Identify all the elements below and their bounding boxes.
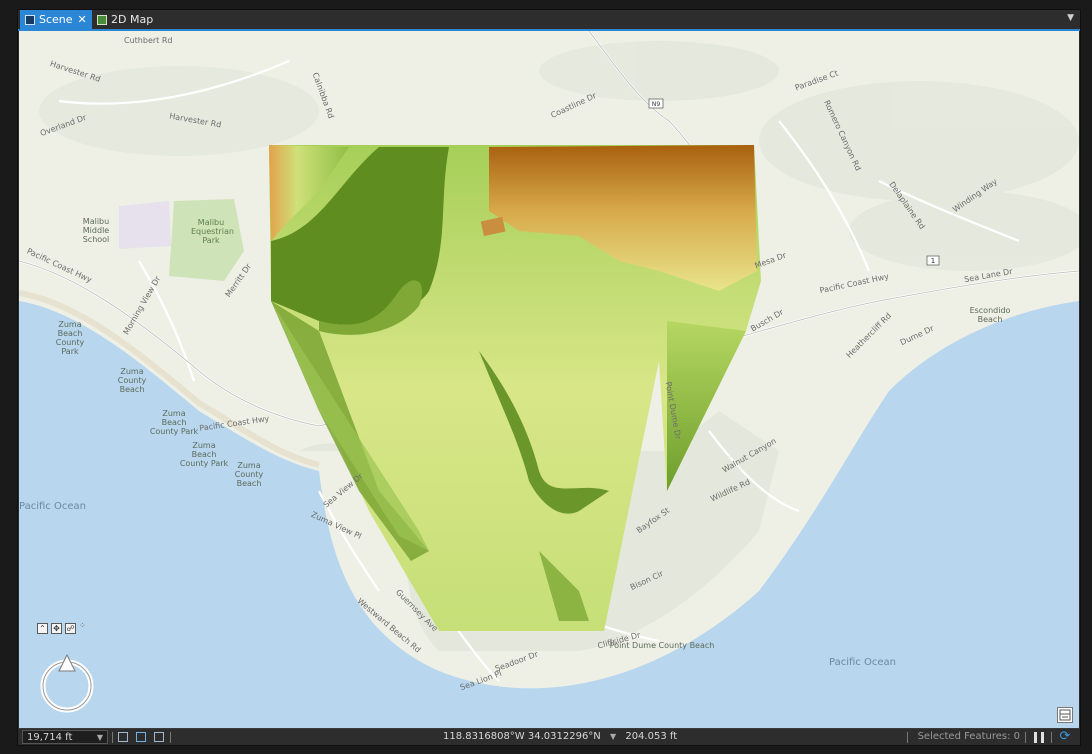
navigator-compass-icon[interactable] [37,651,97,713]
tab-scene[interactable]: Scene ✕ [20,10,92,29]
place-label: Escondido Beach [969,306,1011,324]
up-chevron-icon[interactable]: ⌃ [37,623,48,634]
selected-features[interactable]: Selected Features: 0 [918,731,1020,742]
chevron-down-icon: ▼ [96,732,103,742]
route-shield-n9: N9 [652,101,660,108]
tab-2d-map[interactable]: 2D Map [92,10,172,29]
tab-scene-label: Scene [39,13,73,26]
chevron-down-icon[interactable]: ▼ [1067,13,1074,23]
place-label: Zuma County Beach [234,461,264,488]
pause-drawing-button[interactable] [1034,732,1044,743]
chevron-down-icon[interactable]: ▼ [610,732,616,741]
basemap-svg: 1 N9 [19,31,1079,729]
divider [112,732,113,743]
view-tab-bar: Scene ✕ 2D Map ▼ [18,10,1080,31]
grid-snap-icon[interactable] [118,732,128,742]
expand-icon[interactable]: ⁘ [79,622,86,630]
navigator-tools: ⌃ ✥ ☍ ⁘ [37,622,86,634]
place-label: Point Dume County Beach [609,641,715,650]
road-label: Cuthbert Rd [124,36,173,45]
place-label: Zuma Beach County Park [149,409,199,436]
ocean-label: Pacific Ocean [19,501,86,512]
scene-icon [25,14,35,25]
divider [170,732,171,743]
coordinates-value: 118.8316808°W 34.0312296°N [443,731,601,742]
map-canvas[interactable]: 1 N9 Cuthbert Rd Harvester Rd Harvester … [19,31,1079,729]
place-label: Zuma County Beach [117,367,147,394]
divider [1051,732,1052,743]
walk-icon[interactable]: ☍ [65,623,76,634]
place-label: Zuma Beach County Park [179,441,229,468]
place-label: Zuma Beach County Park [55,320,85,356]
divider [1025,732,1026,743]
elevation-value: 204.053 ft [625,731,678,742]
table-icon[interactable] [154,732,164,742]
scene-view-window: Scene ✕ 2D Map ▼ 1 N9 Cuthbert Rd Harves… [17,9,1081,746]
tab-2d-map-label: 2D Map [111,13,154,26]
snapping-icon[interactable] [136,732,146,742]
selected-features-label: Selected Features: 0 [917,731,1020,742]
coordinate-readout[interactable]: 118.8316808°W 34.0312296°N ▼ 204.053 ft [443,731,677,742]
table-of-contents-icon[interactable] [1057,707,1073,723]
map-icon [97,14,107,25]
place-label: Malibu Equestrian Park [191,218,234,245]
scale-value: 19,714 ft [27,731,73,743]
scale-selector[interactable]: 19,714 ft ▼ [22,730,108,744]
route-shield-1: 1 [931,257,935,265]
status-bar: 19,714 ft ▼ 118.8316808°W 34.0312296°N ▼… [18,728,1080,745]
ocean-label: Pacific Ocean [829,657,896,668]
refresh-icon[interactable]: ⟳ [1058,730,1072,744]
close-icon[interactable]: ✕ [78,13,87,26]
pan-icon[interactable]: ✥ [51,623,62,634]
place-label: Malibu Middle School [82,217,110,244]
divider [907,732,908,743]
